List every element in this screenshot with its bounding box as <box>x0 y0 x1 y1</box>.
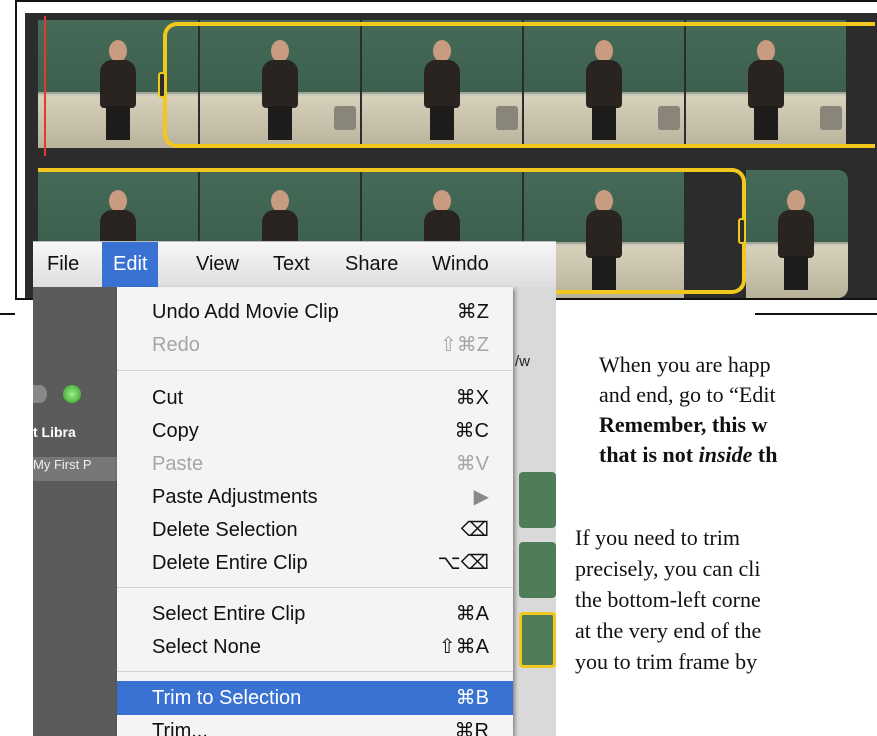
menu-share[interactable]: Share <box>334 242 409 287</box>
menu-item-select-entire-clip[interactable]: Select Entire Clip ⌘A <box>117 597 513 631</box>
instruction-text: When you are happ <box>599 352 771 377</box>
shortcut: ⌘C <box>454 420 489 442</box>
menu-separator <box>117 671 513 672</box>
clip-thumbnail <box>519 472 556 528</box>
clip-thumbnail[interactable] <box>746 170 848 298</box>
menu-separator <box>117 587 513 588</box>
shortcut: ⌘R <box>454 720 489 736</box>
menu-item-trim-to-selection[interactable]: Trim to Selection ⌘B <box>117 681 513 715</box>
clip-thumbnail <box>519 542 556 598</box>
clip-thumbnail[interactable] <box>362 20 522 148</box>
menu-item-delete-selection[interactable]: Delete Selection ⌫ <box>117 513 513 547</box>
menu-item-trim[interactable]: Trim... ⌘R <box>117 714 513 736</box>
clip-thumbnail[interactable] <box>524 20 684 148</box>
instruction-text: If you need to trim <box>575 525 740 550</box>
instruction-text: and end, go to “Edit <box>599 382 776 407</box>
figure-border <box>755 313 877 315</box>
clip-thumbnail[interactable] <box>686 20 846 148</box>
instruction-text: precisely, you can cli <box>575 556 761 581</box>
menu-item-undo[interactable]: Undo Add Movie Clip ⌘Z <box>117 295 513 329</box>
instruction-text: the bottom-left corne <box>575 587 761 612</box>
instruction-text: you to trim frame by <box>575 649 758 674</box>
menu-text[interactable]: Text <box>262 242 321 287</box>
background-app-right: /w <box>513 287 556 736</box>
shortcut: ⌥⌫ <box>437 552 489 574</box>
figure-border <box>0 313 15 315</box>
menu-item-paste: Paste ⌘V <box>117 447 513 481</box>
clip-thumbnail <box>519 612 556 668</box>
menu-item-paste-adjustments[interactable]: Paste Adjustments ▶ <box>117 480 513 514</box>
menu-window[interactable]: Windo <box>421 242 500 287</box>
edit-menu-screenshot: File Edit View Text Share Windo t Libra … <box>33 241 556 736</box>
shortcut: ⌘A <box>455 603 489 625</box>
shortcut: ⌘Z <box>456 301 489 323</box>
instruction-text: at the very end of the <box>575 618 762 643</box>
zoom-button-icon[interactable] <box>63 385 81 403</box>
menu-item-delete-entire-clip[interactable]: Delete Entire Clip ⌥⌫ <box>117 546 513 580</box>
shortcut: ⌘X <box>455 387 489 409</box>
menu-bar: File Edit View Text Share Windo <box>33 242 556 288</box>
menu-item-copy[interactable]: Copy ⌘C <box>117 414 513 448</box>
background-app-sidebar: t Libra My First P <box>33 287 117 736</box>
project-label[interactable]: My First P <box>33 457 117 481</box>
menu-view[interactable]: View <box>185 242 250 287</box>
clip-thumbnail[interactable] <box>38 20 198 148</box>
menu-item-select-none[interactable]: Select None ⇧⌘A <box>117 630 513 664</box>
selection-end-handle[interactable] <box>738 218 746 244</box>
shortcut: ⌫ <box>460 519 489 541</box>
instruction-text-bold: Remember, this w <box>599 412 768 437</box>
edit-menu-dropdown: Undo Add Movie Clip ⌘Z Redo ⇧⌘Z Cut ⌘X Copy… <box>117 287 513 736</box>
shortcut: ⇧⌘A <box>438 636 489 658</box>
url-fragment: /w <box>515 353 530 370</box>
menu-item-cut[interactable]: Cut ⌘X <box>117 381 513 415</box>
library-label: t Libra <box>33 424 76 440</box>
instruction-text-bold: that is not inside th <box>599 442 778 467</box>
window-button-icon[interactable] <box>33 385 47 403</box>
shortcut: ⌘B <box>455 687 489 709</box>
selection-start-handle[interactable] <box>158 72 166 98</box>
menu-separator <box>117 370 513 371</box>
submenu-arrow-icon: ▶ <box>473 486 489 508</box>
playhead[interactable] <box>44 16 46 156</box>
menu-file[interactable]: File <box>36 242 90 287</box>
menu-item-redo: Redo ⇧⌘Z <box>117 328 513 362</box>
shortcut: ⇧⌘Z <box>440 334 489 356</box>
clip-thumbnail[interactable] <box>200 20 360 148</box>
shortcut: ⌘V <box>455 453 489 475</box>
menu-edit[interactable]: Edit <box>102 242 159 287</box>
